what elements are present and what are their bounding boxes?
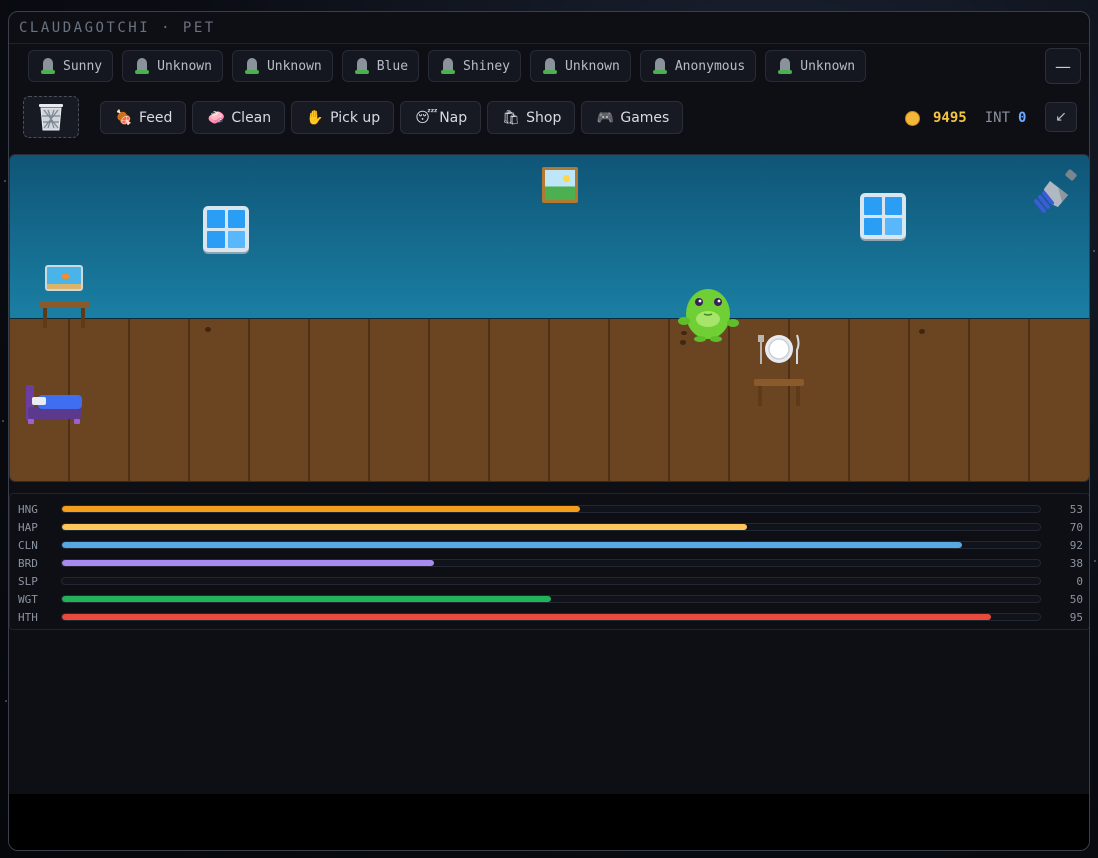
ceiling-lamp-icon[interactable] [1032, 167, 1082, 217]
pet-character[interactable] [676, 283, 740, 345]
pet-tab-label: Unknown [157, 58, 212, 74]
plate-icon[interactable] [757, 332, 801, 366]
meat-icon: 🍖 [115, 109, 133, 126]
stat-row-weight: WGT 50 [18, 592, 1083, 606]
pet-tab-label: Sunny [63, 58, 103, 74]
pet-tabs: Sunny Unknown Unknown Blue Shiney Unknow… [28, 50, 867, 82]
stat-row-health: HTH 95 [18, 610, 1083, 624]
sleep-face-icon: 😴 [415, 109, 438, 126]
feed-button[interactable]: 🍖 Feed [100, 101, 187, 134]
stats-panel: HNG 53 HAP 70 CLN 92 BRD 38 SLP 0 WGT 50 [9, 493, 1089, 630]
food-table [754, 379, 804, 409]
pet-tab-label: Unknown [266, 58, 322, 74]
stat-bar [61, 523, 1041, 531]
shop-button[interactable]: 🛍 Shop [487, 101, 576, 134]
pet-tab[interactable]: Blue [341, 50, 420, 82]
aquarium-icon[interactable] [45, 265, 83, 291]
pet-tab-label: Anonymous [674, 58, 746, 74]
bed-icon[interactable] [24, 383, 84, 427]
grave-icon [41, 58, 55, 74]
stat-fill [62, 614, 992, 620]
side-table [39, 301, 89, 329]
nap-button[interactable]: 😴 Nap [400, 101, 482, 134]
stat-row-sleep: SLP 0 [18, 574, 1083, 588]
pet-tab-label: Shiney [463, 58, 511, 74]
trash-icon [39, 104, 63, 131]
gamepad-icon: 🎮 [596, 109, 615, 126]
pet-tab[interactable]: Anonymous [639, 50, 757, 82]
grave-icon [543, 58, 558, 74]
stat-bar [61, 613, 1041, 621]
window-decoration-right [860, 193, 906, 239]
stat-bar [61, 541, 1041, 549]
window-title: CLAUDAGOTCHI · PET [9, 12, 1089, 44]
stat-row-hunger: HNG 53 [18, 502, 1083, 516]
room-floor [10, 319, 1089, 481]
stat-fill [62, 506, 581, 512]
games-button[interactable]: 🎮 Games [581, 101, 684, 134]
stat-bar [61, 595, 1041, 603]
pet-tab[interactable]: Unknown [530, 50, 631, 82]
grave-icon [778, 58, 793, 74]
shopping-bag-icon: 🛍 [502, 109, 521, 126]
clean-button[interactable]: 🧼 Clean [192, 101, 286, 134]
grave-icon [244, 58, 259, 74]
stat-row-cleanliness: CLN 92 [18, 538, 1083, 552]
stat-fill [62, 524, 747, 530]
trash-button[interactable] [23, 96, 79, 138]
grave-icon [354, 58, 369, 74]
int-label: INT [984, 110, 1011, 126]
window-decoration-left [203, 206, 249, 252]
pet-tab-label: Unknown [800, 58, 856, 74]
stat-row-happiness: HAP 70 [18, 520, 1083, 534]
pet-tab[interactable]: Sunny [28, 50, 114, 82]
app-window: CLAUDAGOTCHI · PET Sunny Unknown Unknown… [8, 11, 1090, 851]
pet-tab[interactable]: Shiney [428, 50, 522, 82]
pet-tab[interactable]: Unknown [231, 50, 333, 82]
grave-icon [135, 58, 150, 74]
stat-bar [61, 505, 1041, 513]
grave-icon [652, 58, 667, 74]
coin-count: 9495 [933, 110, 967, 126]
stat-fill [62, 596, 551, 602]
coin-icon [905, 110, 920, 126]
action-toolbar: 🍖 Feed 🧼 Clean ✋ Pick up 😴 Nap 🛍 Shop 🎮 Games [100, 101, 684, 134]
pet-tab-label: Blue [376, 58, 409, 74]
soap-icon: 🧼 [207, 109, 226, 126]
framed-picture-icon [542, 167, 578, 203]
footer-area [9, 794, 1089, 850]
collapse-button[interactable]: ↙ [1045, 102, 1077, 132]
pick-up-button[interactable]: ✋ Pick up [291, 101, 395, 134]
pet-tab[interactable]: Unknown [765, 50, 867, 82]
stat-fill [62, 542, 962, 548]
currency-display: 9495 INT 0 [905, 110, 1026, 126]
pet-room[interactable] [9, 154, 1089, 482]
grave-icon [441, 58, 456, 74]
minimize-button[interactable]: — [1045, 48, 1081, 84]
pet-tab[interactable]: Unknown [122, 50, 223, 82]
stat-row-boredom: BRD 38 [18, 556, 1083, 570]
hand-icon: ✋ [306, 109, 324, 126]
stat-fill [62, 560, 434, 566]
stat-bar [61, 577, 1041, 585]
stat-bar [61, 559, 1041, 567]
pet-tab-label: Unknown [565, 58, 620, 74]
int-value: 0 [1018, 110, 1027, 126]
